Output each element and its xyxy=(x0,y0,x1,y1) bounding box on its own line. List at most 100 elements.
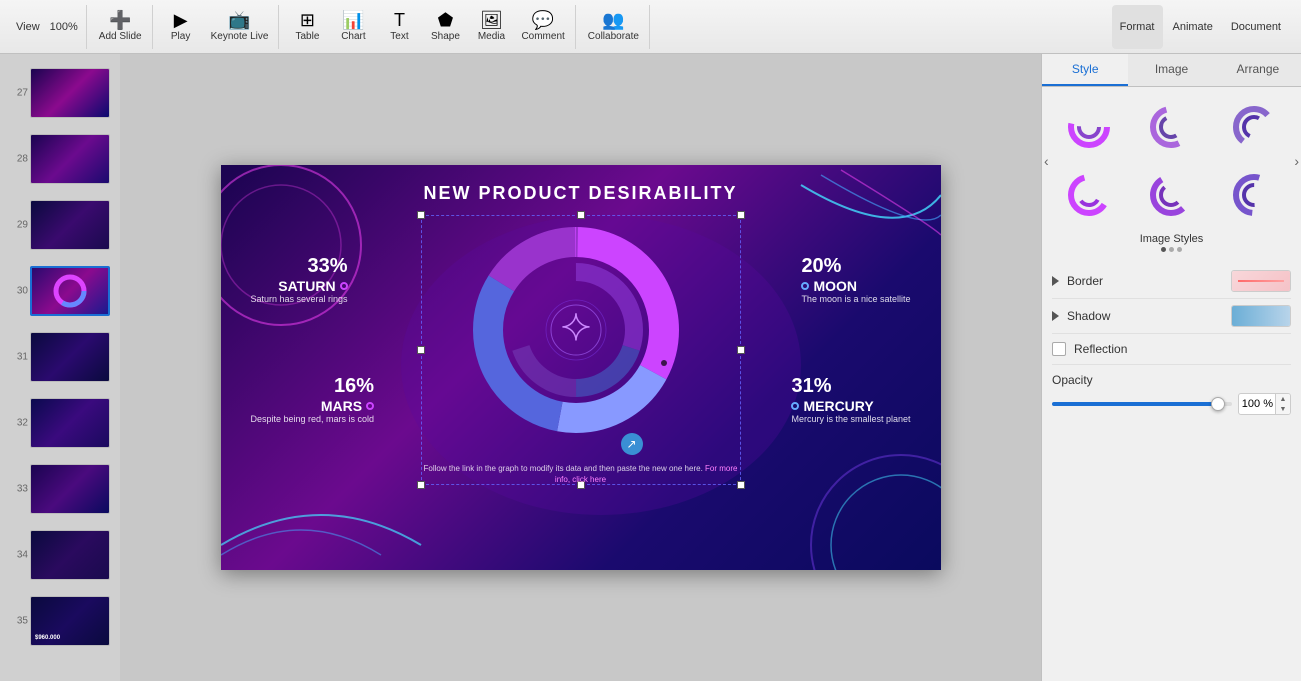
slide-thumb-28[interactable]: 28 xyxy=(10,127,110,190)
slide-thumb-34[interactable]: 34 xyxy=(10,523,110,586)
styles-prev-button[interactable]: ‹ xyxy=(1044,153,1049,169)
opacity-row: Opacity ▲ ▼ xyxy=(1052,365,1291,423)
shadow-label: Shadow xyxy=(1067,309,1231,323)
document-tab-button[interactable]: Document xyxy=(1223,5,1289,49)
text-label: Text xyxy=(390,31,408,42)
opacity-decrement[interactable]: ▼ xyxy=(1276,404,1290,414)
style-item-6[interactable] xyxy=(1217,165,1291,225)
media-button[interactable]: 🖼 Media xyxy=(469,5,513,49)
play-button[interactable]: ▶ Play xyxy=(159,5,203,49)
opacity-increment[interactable]: ▲ xyxy=(1276,394,1290,404)
collaborate-label: Collaborate xyxy=(588,31,639,42)
image-styles-grid xyxy=(1052,97,1291,225)
reflection-label: Reflection xyxy=(1074,342,1127,356)
animate-tab-label: Animate xyxy=(1173,21,1213,33)
moon-stat: 20% MOON The moon is a nice satellite xyxy=(801,255,910,304)
svg-text:✦: ✦ xyxy=(560,307,590,348)
keynote-live-button[interactable]: 📺 Keynote Live xyxy=(205,5,275,49)
table-icon: ⊞ xyxy=(300,11,315,29)
comment-icon: 💬 xyxy=(532,11,554,29)
table-label: Table xyxy=(295,31,319,42)
slide-thumb-31[interactable]: 31 xyxy=(10,325,110,388)
opacity-controls: ▲ ▼ xyxy=(1052,393,1291,415)
right-panel: Style Image Arrange ‹ xyxy=(1041,54,1301,681)
keynote-live-icon: 📺 xyxy=(228,11,250,29)
animate-tab-button[interactable]: Animate xyxy=(1165,5,1221,49)
collaborate-group: 👥 Collaborate xyxy=(578,5,650,49)
dot-1 xyxy=(1161,247,1166,252)
slide-thumb-27[interactable]: 27 xyxy=(10,61,110,124)
opacity-slider[interactable] xyxy=(1052,402,1232,406)
format-tab-button[interactable]: Format xyxy=(1112,5,1163,49)
mercury-stat: 31% MERCURY Mercury is the smallest plan… xyxy=(791,375,910,424)
opacity-input[interactable] xyxy=(1239,396,1275,412)
media-icon: 🖼 xyxy=(480,11,503,29)
mars-stat: 16% MARS Despite being red, mars is cold xyxy=(251,375,375,424)
share-button[interactable]: ↗ xyxy=(621,433,643,455)
play-icon: ▶ xyxy=(174,11,188,29)
canvas-area: NEW PRODUCT DESIRABILITY 33% SATURN Satu… xyxy=(120,54,1041,681)
zoom-button[interactable]: 100% xyxy=(46,5,82,49)
add-slide-button[interactable]: ➕ Add Slide xyxy=(93,5,148,49)
opacity-thumb[interactable] xyxy=(1211,397,1225,411)
opacity-input-group: ▲ ▼ xyxy=(1238,393,1291,415)
shape-icon: ⬟ xyxy=(438,11,454,29)
slide-title: NEW PRODUCT DESIRABILITY xyxy=(221,183,941,204)
slide-thumb-32[interactable]: 32 xyxy=(10,391,110,454)
style-item-5[interactable] xyxy=(1134,165,1208,225)
image-styles-label: Image Styles xyxy=(1052,233,1291,245)
collaborate-icon: 👥 xyxy=(602,11,624,29)
dot-3 xyxy=(1177,247,1182,252)
link-note: Follow the link in the graph to modify i… xyxy=(421,463,741,485)
style-item-4[interactable] xyxy=(1052,165,1126,225)
shadow-preview-box[interactable] xyxy=(1231,305,1291,327)
border-preview-box[interactable] xyxy=(1231,270,1291,292)
style-item-3[interactable] xyxy=(1217,97,1291,157)
main-content: 27 28 29 30 xyxy=(0,54,1301,681)
moon-dot xyxy=(801,282,809,290)
slide-thumb-29[interactable]: 29 xyxy=(10,193,110,256)
right-tabs: Style Image Arrange xyxy=(1042,54,1301,87)
chart-button[interactable]: 📊 Chart xyxy=(331,5,375,49)
shape-label: Shape xyxy=(431,31,460,42)
saturn-stat: 33% SATURN Saturn has several rings xyxy=(251,255,348,304)
chart-container[interactable]: ✦ ↗ Follow the link in the graph to modi… xyxy=(421,215,741,485)
add-slide-icon: ➕ xyxy=(109,11,131,29)
table-button[interactable]: ⊞ Table xyxy=(285,5,329,49)
handle-mr[interactable] xyxy=(737,346,745,354)
insert-group: ⊞ Table 📊 Chart T Text ⬟ Shape 🖼 Media 💬… xyxy=(281,5,575,49)
tab-arrange[interactable]: Arrange xyxy=(1215,54,1301,86)
styles-dots xyxy=(1052,247,1291,252)
opacity-spinners: ▲ ▼ xyxy=(1275,394,1290,414)
style-item-1[interactable] xyxy=(1052,97,1126,157)
view-button[interactable]: View xyxy=(12,5,44,49)
slide: NEW PRODUCT DESIRABILITY 33% SATURN Satu… xyxy=(221,165,941,570)
shape-button[interactable]: ⬟ Shape xyxy=(423,5,467,49)
slide-thumb-30[interactable]: 30 xyxy=(10,259,110,322)
collaborate-button[interactable]: 👥 Collaborate xyxy=(582,5,645,49)
tab-image[interactable]: Image xyxy=(1128,54,1214,86)
handle-tl[interactable] xyxy=(417,211,425,219)
shadow-row: Shadow xyxy=(1052,299,1291,334)
reflection-row: Reflection xyxy=(1052,334,1291,365)
opacity-label: Opacity xyxy=(1052,373,1291,387)
handle-ml[interactable] xyxy=(417,346,425,354)
chart-icon: 📊 xyxy=(342,11,364,29)
slide-thumb-35[interactable]: 35 $960.000 xyxy=(10,589,110,652)
style-item-2[interactable] xyxy=(1134,97,1208,157)
text-button[interactable]: T Text xyxy=(377,5,421,49)
styles-next-button[interactable]: › xyxy=(1294,153,1299,169)
border-expand[interactable] xyxy=(1052,276,1059,286)
format-tab-label: Format xyxy=(1120,21,1155,33)
tab-style[interactable]: Style xyxy=(1042,54,1128,86)
mercury-dot xyxy=(791,402,799,410)
comment-button[interactable]: 💬 Comment xyxy=(515,5,570,49)
mars-dot xyxy=(366,402,374,410)
dot-2 xyxy=(1169,247,1174,252)
zoom-label: 100% xyxy=(50,21,78,33)
reflection-checkbox[interactable] xyxy=(1052,342,1066,356)
view-label: View xyxy=(16,21,40,33)
slide-thumb-33[interactable]: 33 xyxy=(10,457,110,520)
handle-tr[interactable] xyxy=(737,211,745,219)
shadow-expand[interactable] xyxy=(1052,311,1059,321)
